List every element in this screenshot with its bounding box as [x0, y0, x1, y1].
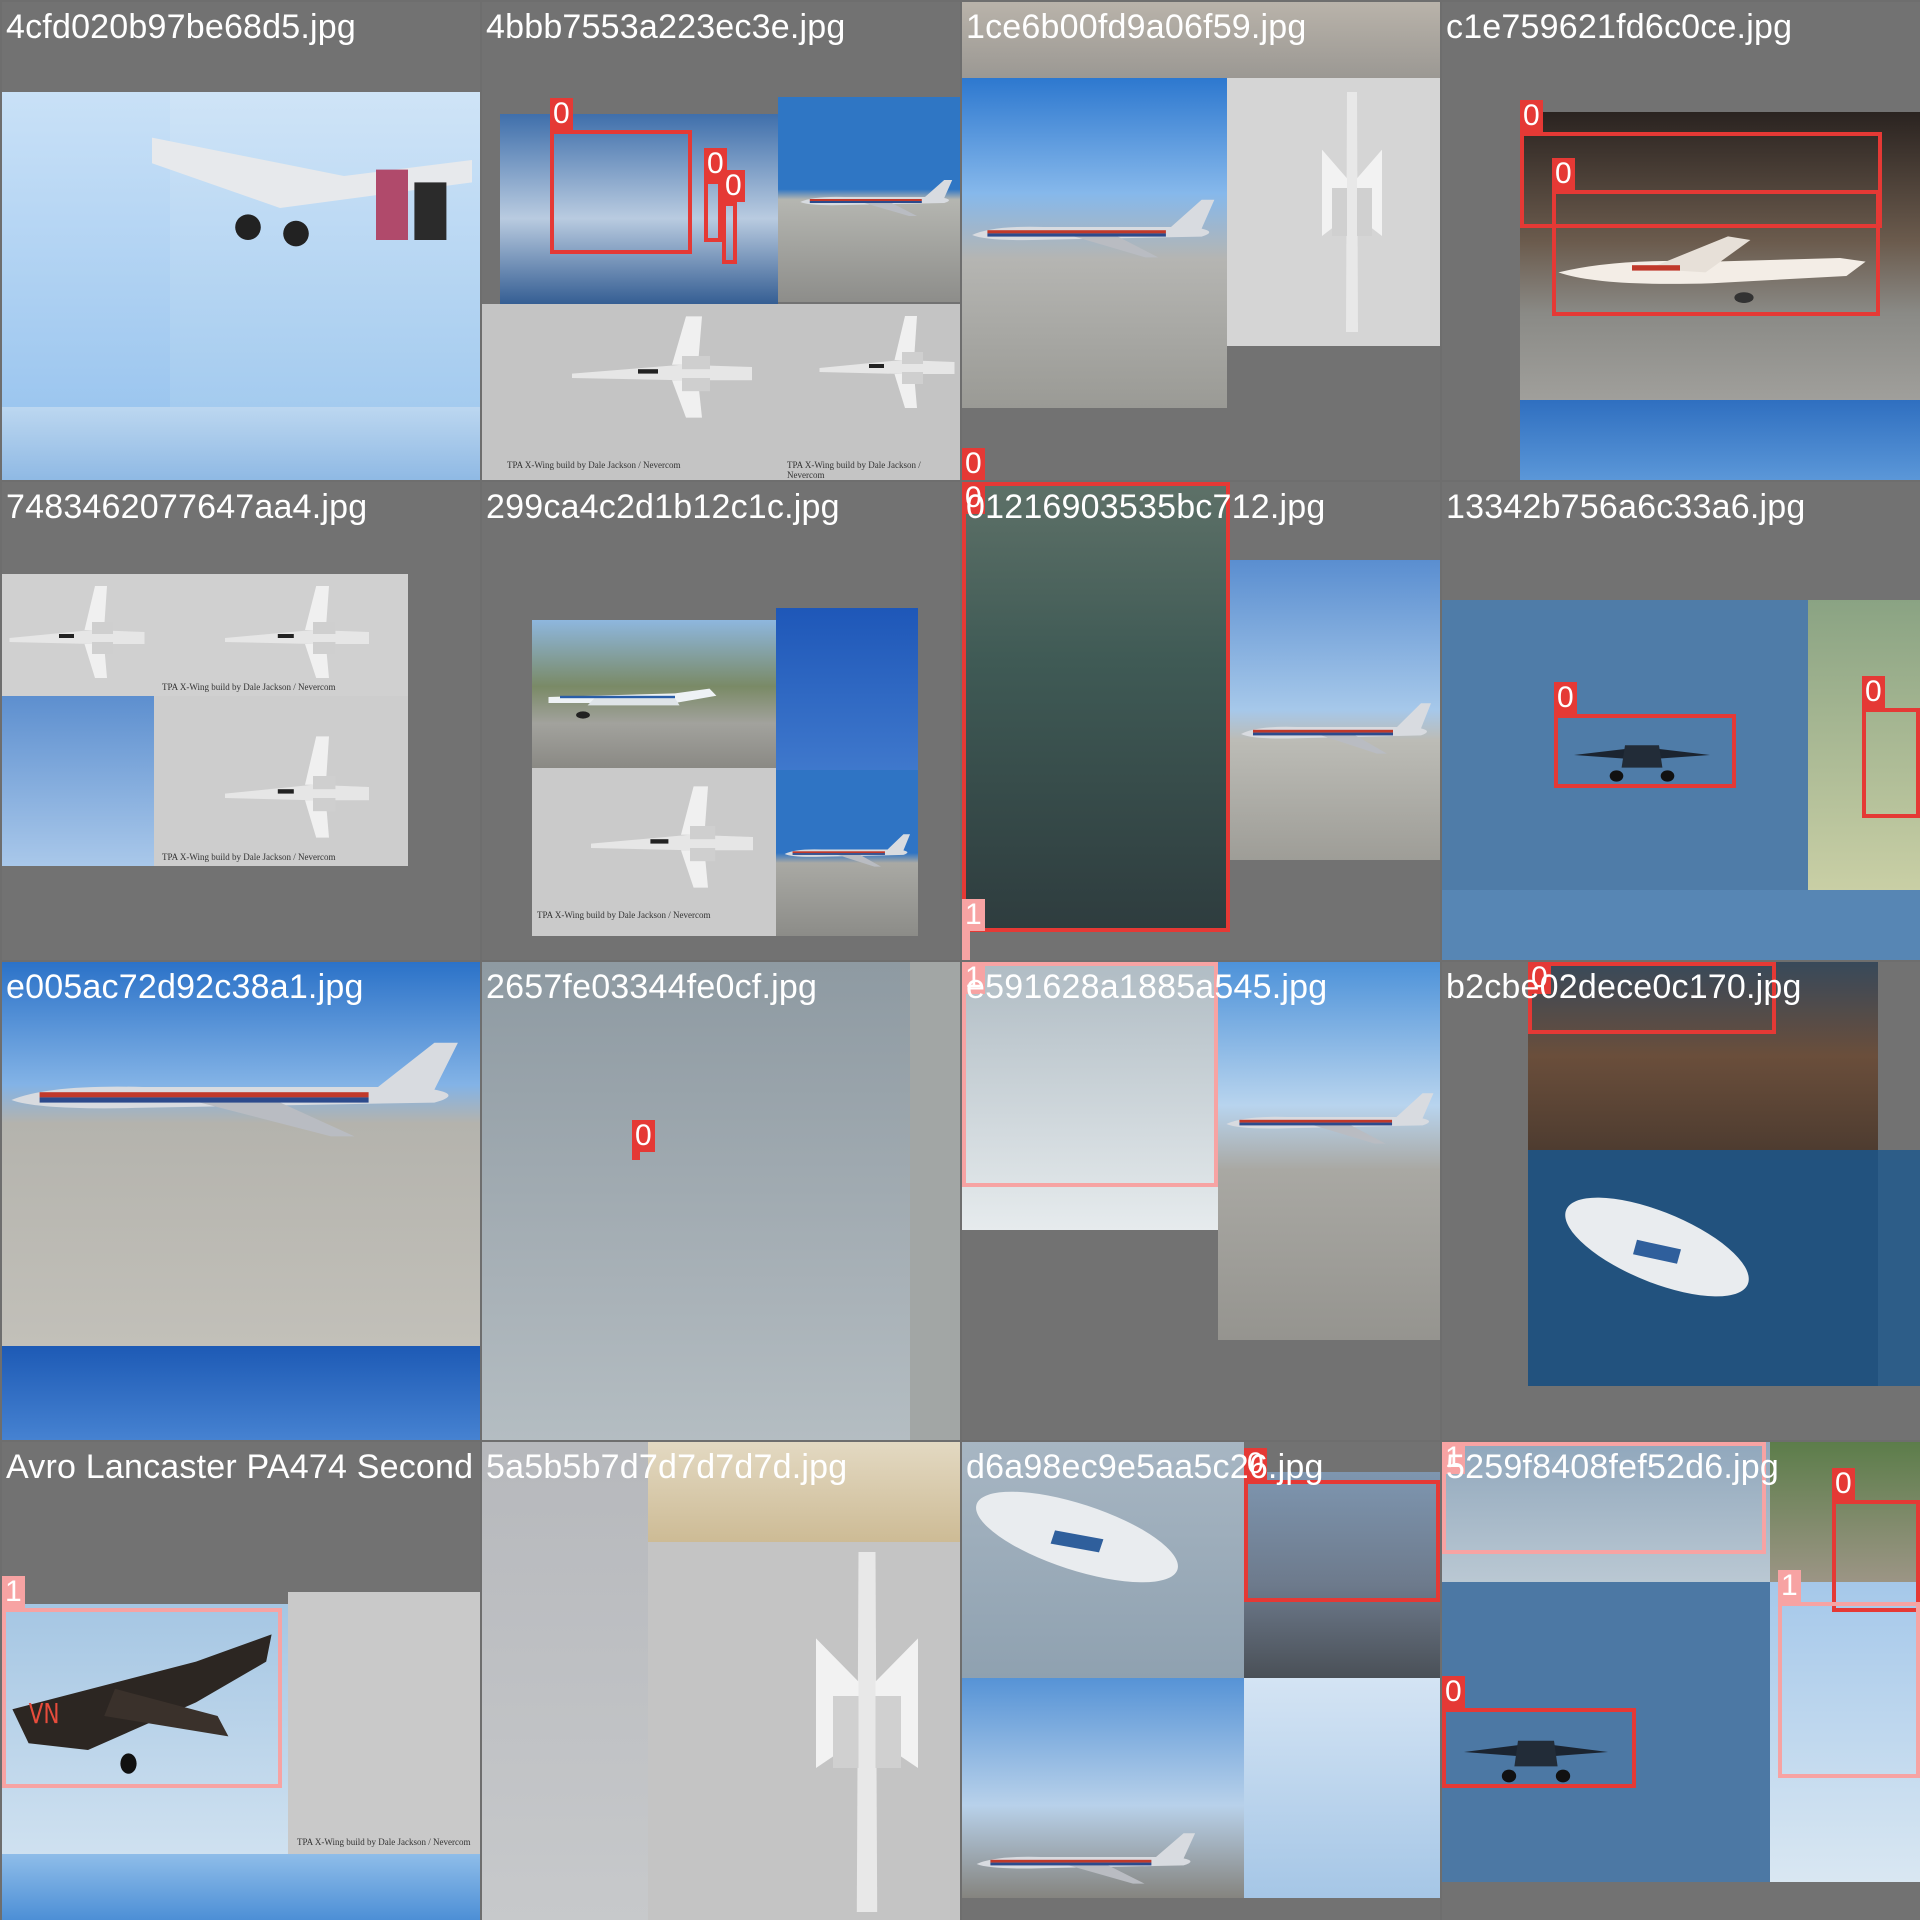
tile-filename: 5259f8408fef52d6.jpg — [1446, 1448, 1779, 1486]
mosaic-tile: 0 1ce6b00fd9a06f59.jpg — [962, 2, 1440, 480]
image-credit: TPA X-Wing build by Dale Jackson / Never… — [297, 1837, 471, 1847]
bounding-box — [550, 130, 692, 254]
tile-subimage — [2, 1854, 480, 1920]
box-class-label: 1 — [2, 1576, 25, 1608]
box-class-label: 0 — [1554, 682, 1577, 714]
aircraft-image — [1237, 692, 1437, 767]
tile-filename: 4bbb7553a223ec3e.jpg — [486, 8, 846, 46]
bounding-box — [704, 180, 722, 242]
tile-filename: 1ce6b00fd9a06f59.jpg — [966, 8, 1307, 46]
mosaic-tile: TPA X-Wing build by Dale Jackson / Never… — [2, 482, 480, 960]
aircraft-image — [797, 172, 957, 227]
mosaic-tile: TPA X-Wing build by Dale Jackson / Never… — [482, 482, 960, 960]
image-credit: TPA X-Wing build by Dale Jackson / Never… — [507, 460, 681, 470]
bounding-box — [722, 202, 737, 264]
aircraft-image — [972, 1822, 1202, 1897]
bounding-box — [2, 1608, 282, 1788]
box-class-label: 1 — [1778, 1570, 1801, 1602]
tile-filename: 01216903535bc712.jpg — [966, 488, 1326, 526]
mosaic-tile: 5a5b5b7d7d7d7d7d.jpg — [482, 1442, 960, 1920]
tile-filename: d6a98ec9e5aa5c26.jpg — [966, 1448, 1324, 1486]
tile-subimage — [1520, 400, 1920, 480]
tile-filename: Avro Lancaster PA474 Second World War 1.… — [6, 1448, 480, 1486]
mosaic-tile: TPA X-Wing build by Dale Jackson / Never… — [482, 2, 960, 480]
mosaic-tile: 0 0 13342b756a6c33a6.jpg — [1442, 482, 1920, 960]
bounding-box — [632, 1152, 640, 1160]
aircraft-image — [2, 1022, 472, 1157]
bounding-box — [1244, 1480, 1440, 1602]
mosaic-tile: 0 2657fe03344fe0cf.jpg — [482, 962, 960, 1440]
image-credit: TPA X-Wing build by Dale Jackson / Never… — [537, 910, 711, 920]
tile-subimage — [1244, 1678, 1440, 1898]
mosaic-tile: 1 0 1 0 5259f8408fef52d6.jpg — [1442, 1442, 1920, 1920]
tile-filename: c1e759621fd6c0ce.jpg — [1446, 8, 1793, 46]
tile-filename: 2657fe03344fe0cf.jpg — [486, 968, 818, 1006]
aircraft-image — [782, 1552, 952, 1917]
aircraft-image — [812, 312, 960, 417]
box-class-label: 1 — [962, 899, 985, 931]
image-credit: TPA X-Wing build by Dale Jackson / Never… — [162, 852, 336, 862]
aircraft-image — [1557, 1187, 1757, 1312]
tile-filename: e591628a1885a545.jpg — [966, 968, 1328, 1006]
mosaic-tile: e005ac72d92c38a1.jpg — [2, 962, 480, 1440]
mosaic-tile: 0 b2cbe02dece0c170.jpg — [1442, 962, 1920, 1440]
tile-subimage — [288, 1592, 480, 1854]
bounding-box — [1442, 1708, 1636, 1788]
bounding-box — [1832, 1500, 1920, 1612]
mosaic-tile: 0 0 c1e759621fd6c0ce.jpg — [1442, 2, 1920, 480]
bounding-box — [1554, 714, 1736, 788]
mosaic-tile: 4cfd020b97be68d5.jpg — [2, 2, 480, 480]
bounding-box — [1778, 1602, 1920, 1778]
mosaic-tile: 0 d6a98ec9e5aa5c26.jpg — [962, 1442, 1440, 1920]
tile-filename: e005ac72d92c38a1.jpg — [6, 968, 364, 1006]
tile-filename: 13342b756a6c33a6.jpg — [1446, 488, 1806, 526]
mosaic-tile: 1 e591628a1885a545.jpg — [962, 962, 1440, 1440]
box-class-label: 0 — [722, 170, 745, 202]
tile-filename: 299ca4c2d1b12c1c.jpg — [486, 488, 840, 526]
aircraft-image — [1222, 1082, 1440, 1157]
tile-subimage — [1878, 1150, 1920, 1386]
aircraft-image — [582, 782, 762, 897]
tile-subimage — [2, 407, 480, 480]
aircraft-image — [152, 112, 472, 277]
tile-filename: 5a5b5b7d7d7d7d7d.jpg — [486, 1448, 848, 1486]
tile-subimage — [2, 92, 170, 407]
box-class-label: 0 — [550, 98, 573, 130]
tile-subimage — [776, 608, 918, 770]
tile-filename: 4cfd020b97be68d5.jpg — [6, 8, 356, 46]
bounding-box — [1552, 190, 1880, 316]
aircraft-image — [217, 582, 377, 687]
aircraft-image — [967, 1482, 1187, 1597]
tile-subimage — [482, 962, 910, 1440]
mosaic-tile: VN TPA X-Wing build by Dale Jackson / Nev… — [2, 1442, 480, 1920]
aircraft-image — [782, 827, 914, 877]
tile-filename: b2cbe02dece0c170.jpg — [1446, 968, 1802, 1006]
box-class-label: 0 — [962, 448, 985, 480]
box-class-label: 0 — [1552, 158, 1575, 190]
aircraft-image — [967, 187, 1222, 272]
aircraft-image — [1302, 92, 1402, 337]
box-class-label: 0 — [1862, 676, 1885, 708]
bounding-box — [962, 931, 970, 960]
tile-subimage — [1442, 890, 1920, 960]
image-credit: TPA X-Wing build by Dale Jackson / Never… — [787, 460, 921, 480]
tile-subimage — [910, 962, 960, 1440]
box-class-label: 0 — [632, 1120, 655, 1152]
mosaic-grid: 4cfd020b97be68d5.jpg TPA X-Wing build by … — [0, 0, 1920, 1920]
mosaic-tile: 0 1 01216903535bc712.jpg — [962, 482, 1440, 960]
bounding-box — [1862, 708, 1920, 818]
tile-subimage — [482, 1442, 648, 1920]
tile-filename: 7483462077647aa4.jpg — [6, 488, 368, 526]
bounding-box — [962, 482, 1230, 932]
image-credit: TPA X-Wing build by Dale Jackson / Never… — [162, 682, 336, 692]
box-class-label: 0 — [1832, 1468, 1855, 1500]
aircraft-image — [537, 667, 767, 732]
box-class-label: 0 — [1442, 1676, 1465, 1708]
box-class-label: 0 — [1520, 100, 1543, 132]
aircraft-image — [2, 582, 152, 687]
tile-subimage — [2, 1346, 480, 1440]
aircraft-image — [217, 732, 377, 847]
tile-subimage — [2, 696, 154, 866]
aircraft-image — [562, 312, 762, 427]
